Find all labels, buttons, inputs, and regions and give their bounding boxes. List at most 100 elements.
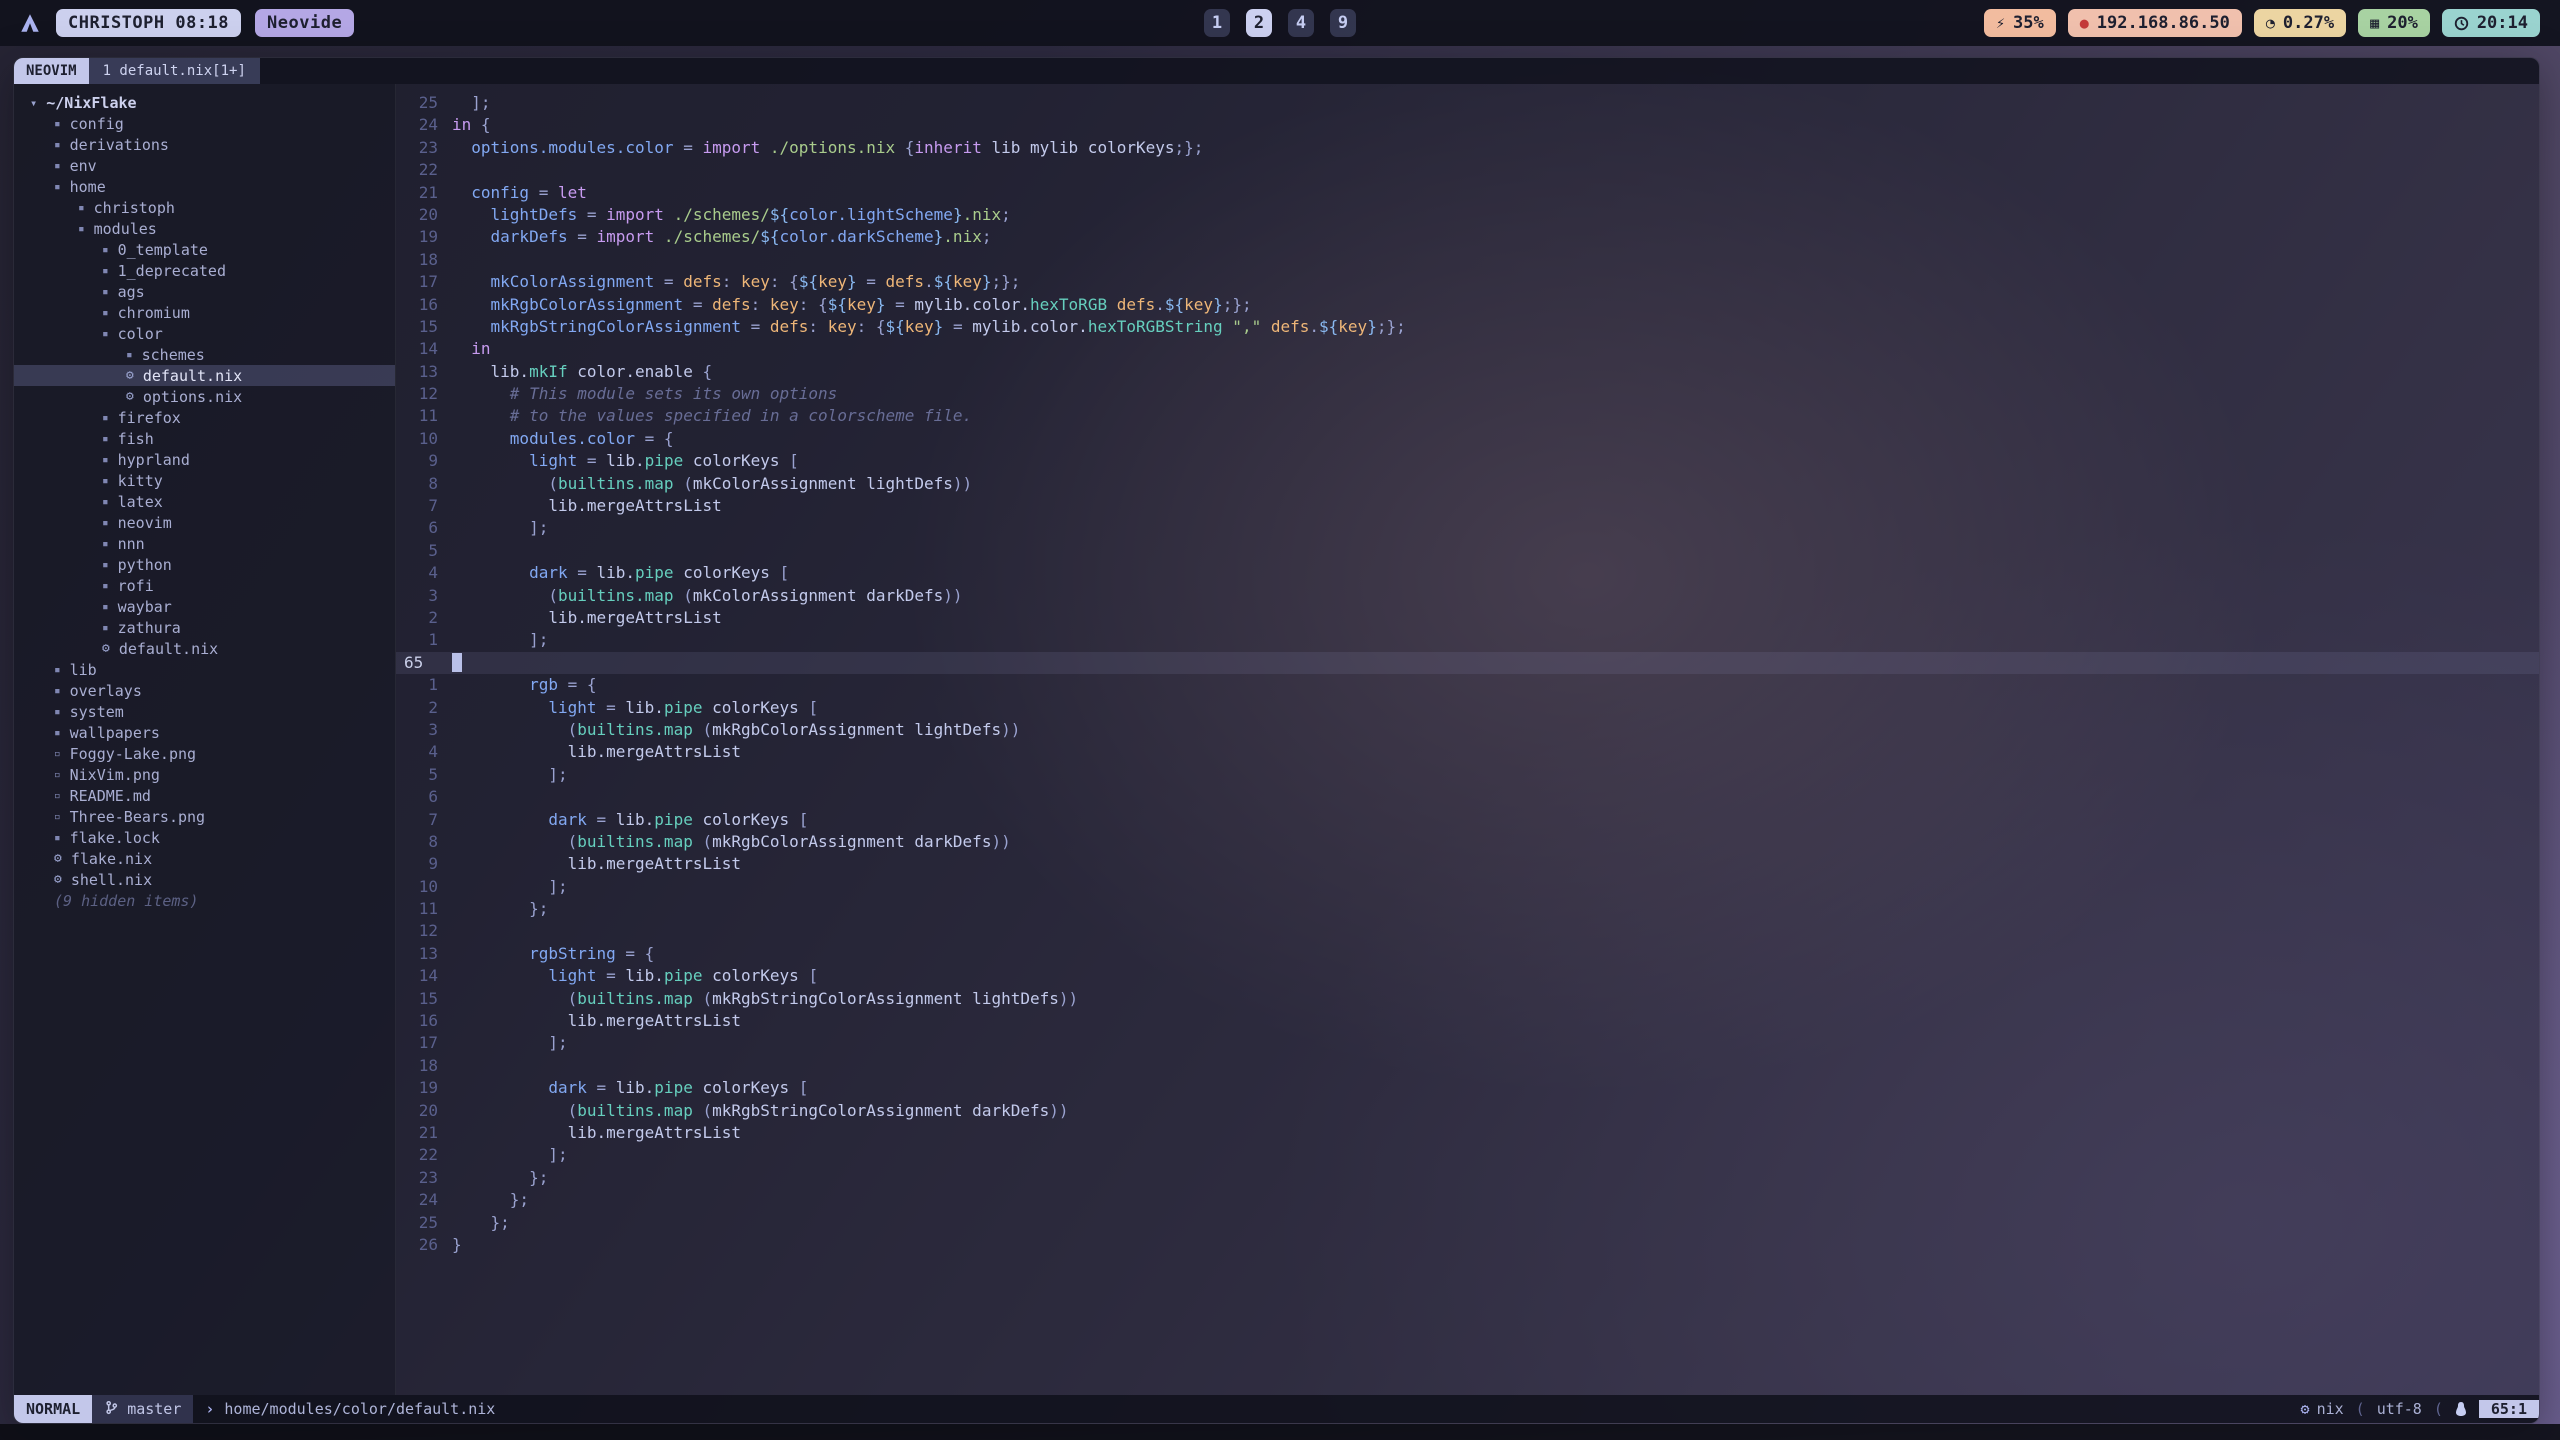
tree-item-hyprland[interactable]: ▪hyprland: [14, 449, 395, 470]
code-line[interactable]: 3 (builtins.map (mkColorAssignment darkD…: [396, 585, 2539, 607]
tree-item-schemes[interactable]: ▪schemes: [14, 344, 395, 365]
code-line[interactable]: 11 };: [396, 898, 2539, 920]
tree-item-system[interactable]: ▪system: [14, 701, 395, 722]
code-line[interactable]: 2 light = lib.pipe colorKeys [: [396, 697, 2539, 719]
tree-item-shell.nix[interactable]: ⚙shell.nix: [14, 869, 395, 890]
code-line[interactable]: 7 lib.mergeAttrsList: [396, 495, 2539, 517]
code-line[interactable]: 20 lightDefs = import ./schemes/${color.…: [396, 204, 2539, 226]
tree-item-flake.nix[interactable]: ⚙flake.nix: [14, 848, 395, 869]
code-line[interactable]: 2 lib.mergeAttrsList: [396, 607, 2539, 629]
code-line[interactable]: 16 mkRgbColorAssignment = defs: key: {${…: [396, 294, 2539, 316]
network-badge[interactable]: ●192.168.86.50: [2068, 9, 2242, 37]
tree-item--9-hidden-items-[interactable]: (9 hidden items): [14, 890, 395, 911]
code-line-current[interactable]: 65: [396, 652, 2539, 674]
workspace-4[interactable]: 4: [1288, 9, 1314, 37]
code-line[interactable]: 24 };: [396, 1189, 2539, 1211]
tree-item-firefox[interactable]: ▪firefox: [14, 407, 395, 428]
battery-badge[interactable]: ⚡35%: [1984, 9, 2056, 37]
code-line[interactable]: 23 options.modules.color = import ./opti…: [396, 137, 2539, 159]
code-line[interactable]: 13 lib.mkIf color.enable {: [396, 361, 2539, 383]
code-line[interactable]: 4 lib.mergeAttrsList: [396, 741, 2539, 763]
code-line[interactable]: 18: [396, 1055, 2539, 1077]
code-area[interactable]: 25 ];24in {23 options.modules.color = im…: [396, 84, 2539, 1395]
code-line[interactable]: 6 ];: [396, 517, 2539, 539]
tree-item--nixflake[interactable]: ▾~/NixFlake: [14, 92, 395, 113]
tree-item-waybar[interactable]: ▪waybar: [14, 596, 395, 617]
tree-item-wallpapers[interactable]: ▪wallpapers: [14, 722, 395, 743]
tree-item-lib[interactable]: ▪lib: [14, 659, 395, 680]
code-line[interactable]: 13 rgbString = {: [396, 943, 2539, 965]
code-line[interactable]: 15 mkRgbStringColorAssignment = defs: ke…: [396, 316, 2539, 338]
tree-item-default.nix[interactable]: ⚙default.nix: [14, 638, 395, 659]
code-line[interactable]: 19 darkDefs = import ./schemes/${color.d…: [396, 226, 2539, 248]
code-line[interactable]: 1 ];: [396, 629, 2539, 651]
code-line[interactable]: 16 lib.mergeAttrsList: [396, 1010, 2539, 1032]
code-line[interactable]: 18: [396, 249, 2539, 271]
code-line[interactable]: 19 dark = lib.pipe colorKeys [: [396, 1077, 2539, 1099]
code-line[interactable]: 14 light = lib.pipe colorKeys [: [396, 965, 2539, 987]
code-line[interactable]: 21 lib.mergeAttrsList: [396, 1122, 2539, 1144]
tree-item-flake.lock[interactable]: ▪flake.lock: [14, 827, 395, 848]
code-line[interactable]: 5: [396, 540, 2539, 562]
code-line[interactable]: 10 modules.color = {: [396, 428, 2539, 450]
tree-item-0-template[interactable]: ▪0_template: [14, 239, 395, 260]
tree-item-home[interactable]: ▪home: [14, 176, 395, 197]
code-line[interactable]: 10 ];: [396, 876, 2539, 898]
tree-item-color[interactable]: ▪color: [14, 323, 395, 344]
tree-item-ags[interactable]: ▪ags: [14, 281, 395, 302]
code-line[interactable]: 5 ];: [396, 764, 2539, 786]
tree-item-three-bears.png[interactable]: ▫Three-Bears.png: [14, 806, 395, 827]
tree-item-nixvim.png[interactable]: ▫NixVim.png: [14, 764, 395, 785]
tree-item-config[interactable]: ▪config: [14, 113, 395, 134]
code-line[interactable]: 24in {: [396, 114, 2539, 136]
tree-item-readme.md[interactable]: ▫README.md: [14, 785, 395, 806]
tree-item-modules[interactable]: ▪modules: [14, 218, 395, 239]
code-line[interactable]: 17 mkColorAssignment = defs: key: {${key…: [396, 271, 2539, 293]
workspace-1[interactable]: 1: [1204, 9, 1230, 37]
tree-item-chromium[interactable]: ▪chromium: [14, 302, 395, 323]
code-line[interactable]: 21 config = let: [396, 182, 2539, 204]
tree-item-options.nix[interactable]: ⚙options.nix: [14, 386, 395, 407]
code-line[interactable]: 9 lib.mergeAttrsList: [396, 853, 2539, 875]
code-line[interactable]: 25 };: [396, 1212, 2539, 1234]
tree-item-default.nix[interactable]: ⚙default.nix: [14, 365, 395, 386]
tree-item-derivations[interactable]: ▪derivations: [14, 134, 395, 155]
tab-default-nix[interactable]: 1 default.nix[1+]: [89, 58, 260, 84]
code-line[interactable]: 25 ];: [396, 92, 2539, 114]
tree-item-kitty[interactable]: ▪kitty: [14, 470, 395, 491]
code-line[interactable]: 26}: [396, 1234, 2539, 1256]
tree-item-overlays[interactable]: ▪overlays: [14, 680, 395, 701]
code-line[interactable]: 22: [396, 159, 2539, 181]
workspace-9[interactable]: 9: [1330, 9, 1356, 37]
cpu-badge[interactable]: ◔0.27%: [2254, 9, 2346, 37]
tree-item-rofi[interactable]: ▪rofi: [14, 575, 395, 596]
tree-item-neovim[interactable]: ▪neovim: [14, 512, 395, 533]
code-line[interactable]: 7 dark = lib.pipe colorKeys [: [396, 809, 2539, 831]
tree-item-env[interactable]: ▪env: [14, 155, 395, 176]
code-line[interactable]: 22 ];: [396, 1144, 2539, 1166]
code-line[interactable]: 23 };: [396, 1167, 2539, 1189]
code-line[interactable]: 12 # This module sets its own options: [396, 383, 2539, 405]
code-line[interactable]: 20 (builtins.map (mkRgbStringColorAssign…: [396, 1100, 2539, 1122]
memory-badge[interactable]: ▦20%: [2358, 9, 2430, 37]
tree-item-1-deprecated[interactable]: ▪1_deprecated: [14, 260, 395, 281]
code-line[interactable]: 8 (builtins.map (mkRgbColorAssignment da…: [396, 831, 2539, 853]
code-line[interactable]: 4 dark = lib.pipe colorKeys [: [396, 562, 2539, 584]
code-line[interactable]: 9 light = lib.pipe colorKeys [: [396, 450, 2539, 472]
tree-item-fish[interactable]: ▪fish: [14, 428, 395, 449]
code-line[interactable]: 15 (builtins.map (mkRgbStringColorAssign…: [396, 988, 2539, 1010]
tree-item-zathura[interactable]: ▪zathura: [14, 617, 395, 638]
code-line[interactable]: 11 # to the values specified in a colors…: [396, 405, 2539, 427]
tree-item-christoph[interactable]: ▪christoph: [14, 197, 395, 218]
clock-badge[interactable]: 20:14: [2442, 9, 2540, 37]
workspace-2[interactable]: 2: [1246, 9, 1272, 37]
code-line[interactable]: 17 ];: [396, 1032, 2539, 1054]
code-line[interactable]: 8 (builtins.map (mkColorAssignment light…: [396, 473, 2539, 495]
code-line[interactable]: 1 rgb = {: [396, 674, 2539, 696]
code-line[interactable]: 6: [396, 786, 2539, 808]
tree-item-python[interactable]: ▪python: [14, 554, 395, 575]
code-line[interactable]: 12: [396, 920, 2539, 942]
code-line[interactable]: 3 (builtins.map (mkRgbColorAssignment li…: [396, 719, 2539, 741]
tree-item-foggy-lake.png[interactable]: ▫Foggy-Lake.png: [14, 743, 395, 764]
code-line[interactable]: 14 in: [396, 338, 2539, 360]
